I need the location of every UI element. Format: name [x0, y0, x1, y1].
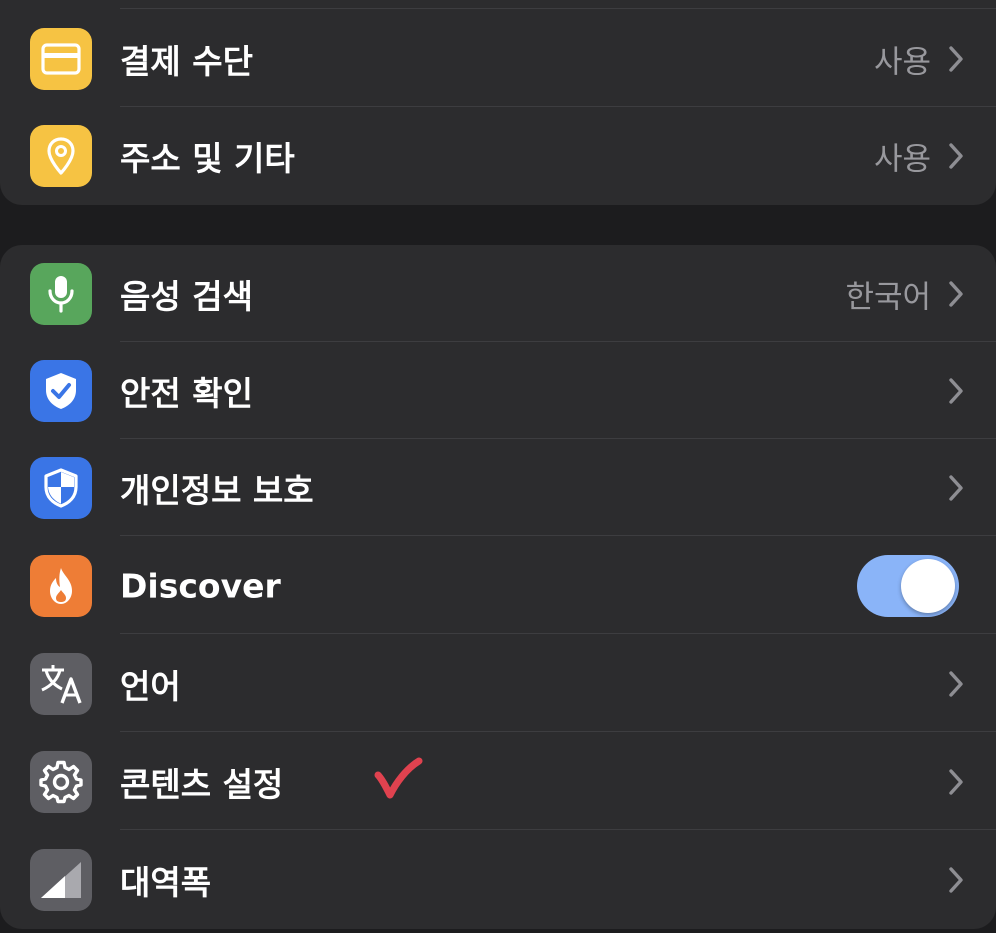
payment-methods-label: 결제 수단	[120, 41, 253, 81]
general-settings-group: 음성 검색 한국어 안전 확인 개인정보 보호 Discover 언어 콘텐츠 …	[0, 245, 996, 929]
bandwidth-icon-tile	[30, 848, 92, 911]
discover-label: Discover	[120, 566, 281, 605]
safety-check-label: 안전 확인	[120, 373, 253, 413]
location-pin-icon	[47, 136, 75, 175]
toggle-knob	[901, 558, 955, 613]
chevron-right-icon	[949, 377, 963, 404]
chevron-right-icon	[949, 670, 963, 697]
safety-check-icon-tile	[30, 359, 92, 422]
voice-search-icon-tile	[30, 262, 92, 325]
shield-check-icon	[46, 372, 76, 409]
signal-bandwidth-icon	[41, 861, 81, 898]
content-settings-label: 콘텐츠 설정	[120, 764, 284, 804]
voice-search-label: 음성 검색	[120, 276, 253, 316]
privacy-shield-icon	[44, 467, 78, 508]
chevron-right-icon	[949, 866, 963, 893]
fire-icon	[50, 567, 72, 604]
payment-methods-icon-tile	[30, 27, 92, 90]
discover-toggle[interactable]	[857, 554, 959, 617]
content-settings-row[interactable]: 콘텐츠 설정	[0, 733, 996, 830]
chevron-right-icon	[949, 474, 963, 501]
discover-row: Discover	[0, 537, 996, 634]
safety-check-row[interactable]: 안전 확인	[0, 342, 996, 439]
bandwidth-label: 대역폭	[120, 862, 212, 902]
addresses-value: 사용	[873, 141, 931, 177]
discover-icon-tile	[30, 554, 92, 617]
gear-icon	[39, 760, 83, 803]
privacy-label: 개인정보 보호	[120, 470, 314, 510]
row-divider	[120, 633, 996, 634]
translate-icon	[41, 664, 82, 704]
payment-methods-row[interactable]: 결제 수단 사용	[0, 10, 996, 107]
annotation-checkmark-icon	[374, 757, 423, 799]
language-label: 언어	[120, 666, 181, 706]
language-icon-tile	[30, 652, 92, 715]
privacy-icon-tile	[30, 456, 92, 519]
chevron-right-icon	[949, 768, 963, 795]
language-row[interactable]: 언어	[0, 635, 996, 732]
chevron-right-icon	[949, 280, 963, 307]
autofill-settings-group: 결제 수단 사용 주소 및 기타 사용	[0, 0, 996, 205]
voice-search-row[interactable]: 음성 검색 한국어	[0, 245, 996, 342]
row-divider	[120, 535, 996, 536]
bandwidth-row[interactable]: 대역폭	[0, 831, 996, 928]
content-settings-icon-tile	[30, 750, 92, 813]
credit-card-icon	[41, 42, 81, 75]
privacy-row[interactable]: 개인정보 보호	[0, 439, 996, 536]
payment-methods-value: 사용	[873, 44, 931, 80]
addresses-label: 주소 및 기타	[120, 138, 295, 178]
row-divider	[120, 829, 996, 830]
divider	[120, 8, 996, 9]
chevron-right-icon	[949, 142, 963, 169]
addresses-row[interactable]: 주소 및 기타 사용	[0, 107, 996, 204]
row-divider	[120, 731, 996, 732]
addresses-icon-tile	[30, 124, 92, 187]
voice-search-value: 한국어	[845, 279, 931, 315]
microphone-icon	[48, 275, 74, 313]
chevron-right-icon	[949, 45, 963, 72]
